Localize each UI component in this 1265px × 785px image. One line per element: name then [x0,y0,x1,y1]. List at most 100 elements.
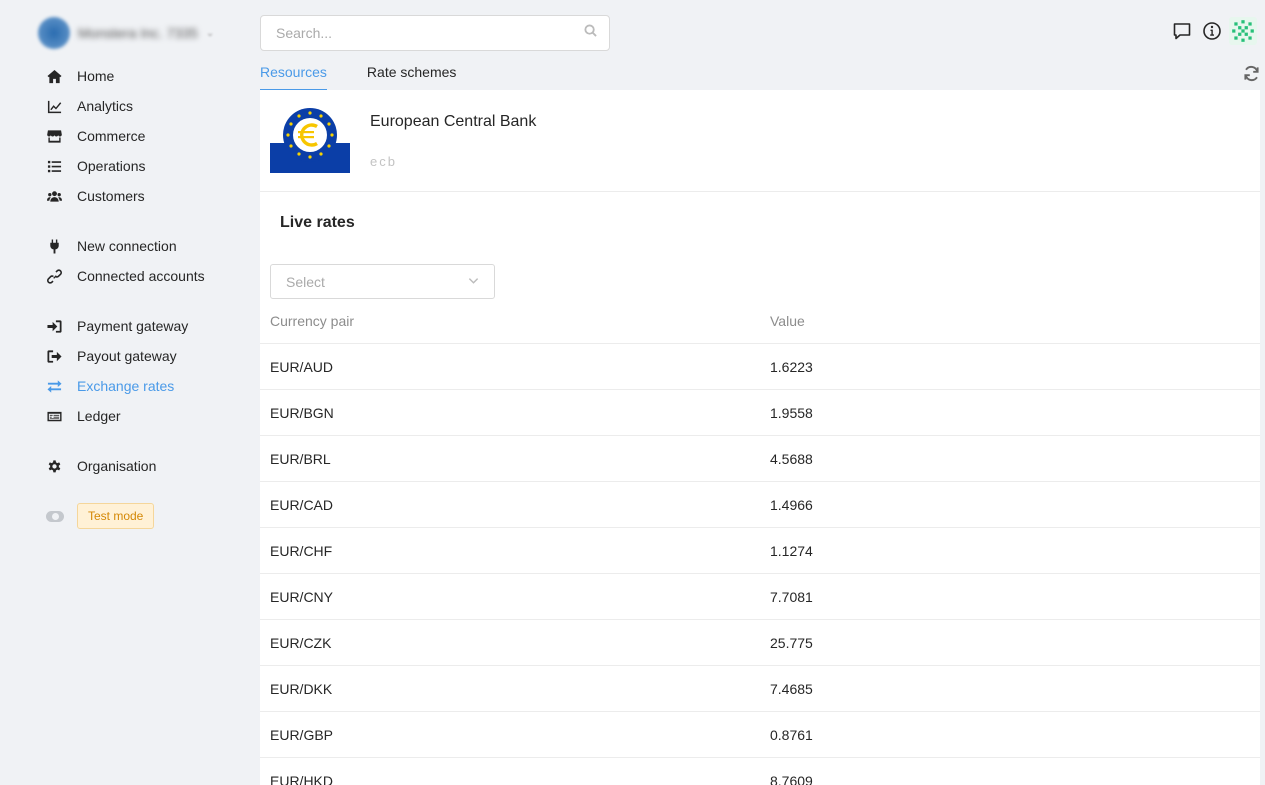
sidebar-item-customers[interactable]: Customers [0,181,260,211]
sidebar-item-new-connection[interactable]: New connection [0,231,260,261]
search-box [260,15,610,51]
currency-pair-cell: EUR/CNY [270,588,334,605]
table-body: EUR/AUD 1.6223 EUR/BGN 1.9558 EUR/BRL 4.… [260,344,1260,785]
sidebar-item-label: Commerce [77,128,146,144]
search-icon[interactable] [584,24,597,42]
top-right-icons [1167,16,1257,46]
search-input[interactable] [276,25,584,41]
tab-bar: Resources Rate schemes [260,55,1260,91]
chevron-down-icon: ⌄ [205,27,215,39]
sidebar-item-label: Home [77,68,115,84]
value-cell: 7.7081 [770,588,813,605]
sidebar-item-label: Connected accounts [77,268,205,284]
value-cell: 4.5688 [770,450,813,467]
table-header: Currency pair Value [260,299,1260,344]
sidebar-item-label: Organisation [77,458,157,474]
exchange-icon [46,378,63,395]
currency-pair-cell: EUR/CHF [270,542,333,559]
value-cell: 1.6223 [770,358,813,375]
column-header-value[interactable]: Value [760,313,1260,329]
sidebar-item-exchange-rates[interactable]: Exchange rates [0,371,260,401]
sign-out-icon [46,348,63,365]
currency-pair-cell: EUR/CAD [270,496,334,513]
currency-pair-cell: EUR/AUD [270,358,334,375]
provider-header: European Central Bank ecb [260,90,1260,192]
sidebar-item-label: Customers [77,188,145,204]
currency-pair-cell: EUR/GBP [270,726,334,743]
table-row[interactable]: EUR/BRL 4.5688 [260,436,1260,482]
value-cell: 8.7609 [770,772,813,785]
store-icon [46,128,63,145]
org-name: Monstera Inc. 7335 [78,25,198,41]
value-cell: 1.4966 [770,496,813,513]
live-rates-title: Live rates [280,214,355,231]
currency-pair-cell: EUR/BRL [270,450,331,467]
value-cell: 1.9558 [770,404,813,421]
org-avatar [38,17,70,49]
sidebar-item-organisation[interactable]: Organisation [0,451,260,481]
user-avatar[interactable] [1229,17,1257,45]
sidebar-item-label: Payout gateway [77,348,177,364]
sidebar-item-ledger[interactable]: Ledger [0,401,260,431]
currency-pair-cell: EUR/CZK [270,634,332,651]
table-row[interactable]: EUR/CAD 1.4966 [260,482,1260,528]
money-check-icon [46,408,63,425]
table-row[interactable]: EUR/CHF 1.1274 [260,528,1260,574]
currency-pair-cell: EUR/DKK [270,680,333,697]
table-row[interactable]: EUR/CNY 7.7081 [260,574,1260,620]
sidebar-item-connected-accounts[interactable]: Connected accounts [0,261,260,291]
table-row[interactable]: EUR/HKD 8.7609 [260,758,1260,785]
table-row[interactable]: EUR/BGN 1.9558 [260,390,1260,436]
value-cell: 1.1274 [770,542,813,559]
users-icon [46,188,63,205]
sidebar: Monstera Inc. 7335 ⌄ Home Analytics Comm… [0,0,260,785]
table-row[interactable]: EUR/CZK 25.775 [260,620,1260,666]
table-row[interactable]: EUR/DKK 7.4685 [260,666,1260,712]
value-cell: 7.4685 [770,680,813,697]
select-placeholder: Select [286,273,325,290]
org-switcher[interactable]: Monstera Inc. 7335 ⌄ [38,17,238,49]
home-icon [46,68,63,85]
test-mode-row: Test mode [0,501,260,531]
value-cell: 0.8761 [770,726,813,743]
live-rates-table: Currency pair Value EUR/AUD 1.6223 EUR/B… [260,299,1260,785]
table-row[interactable]: EUR/GBP 0.8761 [260,712,1260,758]
sidebar-item-home[interactable]: Home [0,61,260,91]
sign-in-icon [46,318,63,335]
list-icon [46,158,63,175]
sidebar-item-payment-gateway[interactable]: Payment gateway [0,311,260,341]
sidebar-item-label: Payment gateway [77,318,189,334]
plug-icon [46,238,63,255]
chevron-down-icon [468,273,479,291]
comment-icon[interactable] [1167,16,1197,46]
main-panel: European Central Bank ecb Live rates Sel… [260,90,1260,785]
tab-resources[interactable]: Resources [260,55,327,91]
currency-pair-cell: EUR/BGN [270,404,334,421]
gear-icon [46,458,63,475]
provider-code: ecb [370,154,397,169]
table-row[interactable]: EUR/AUD 1.6223 [260,344,1260,390]
column-header-currency-pair[interactable]: Currency pair [260,313,760,329]
provider-name: European Central Bank [370,113,537,130]
sidebar-item-analytics[interactable]: Analytics [0,91,260,121]
sidebar-item-label: Analytics [77,98,134,114]
currency-pair-select[interactable]: Select [270,264,495,299]
sidebar-item-operations[interactable]: Operations [0,151,260,181]
sidebar-item-label: New connection [77,238,177,254]
sidebar-item-label: Exchange rates [77,378,175,394]
info-icon[interactable] [1197,16,1227,46]
ecb-logo [270,107,350,173]
refresh-icon[interactable] [1243,65,1260,87]
test-mode-badge: Test mode [77,503,155,529]
sidebar-item-label: Ledger [77,408,121,424]
chart-line-icon [46,98,63,115]
sidebar-nav: Home Analytics Commerce Operations Custo… [0,61,260,531]
sidebar-item-label: Operations [77,158,146,174]
value-cell: 25.775 [770,634,813,651]
link-icon [46,268,63,285]
test-mode-toggle[interactable] [46,510,64,522]
sidebar-item-commerce[interactable]: Commerce [0,121,260,151]
tab-rate-schemes[interactable]: Rate schemes [367,55,456,91]
sidebar-item-payout-gateway[interactable]: Payout gateway [0,341,260,371]
currency-pair-cell: EUR/HKD [270,772,334,785]
